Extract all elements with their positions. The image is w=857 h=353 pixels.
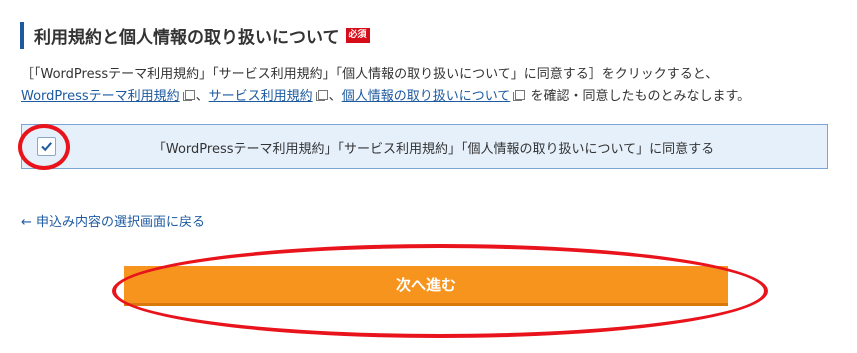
terms-description: ［「WordPressテーマ利用規約」「サービス利用規約」「個人情報の取り扱いに…: [21, 64, 750, 108]
agreement-box[interactable]: 「WordPressテーマ利用規約」「サービス利用規約」「個人情報の取り扱いにつ…: [21, 124, 828, 169]
required-badge: 必須: [345, 28, 370, 43]
agreement-label[interactable]: 「WordPressテーマ利用規約」「サービス利用規約」「個人情報の取り扱いにつ…: [22, 138, 827, 157]
privacy-policy-link[interactable]: 個人情報の取り扱いについて: [342, 89, 511, 104]
annotation-circle-checkbox: [18, 124, 70, 170]
annotation-circle-next-button: [112, 244, 768, 338]
description-suffix: を確認・同意したものとみなします。: [530, 89, 751, 104]
separator: 、: [195, 89, 209, 104]
external-window-icon: [182, 90, 195, 101]
external-window-icon: [315, 90, 328, 101]
terms-agreement-page: 利用規約と個人情報の取り扱いについて 必須 ［「WordPressテーマ利用規約…: [0, 0, 857, 353]
wp-theme-terms-link[interactable]: WordPressテーマ利用規約: [21, 89, 180, 104]
section-title: 利用規約と個人情報の取り扱いについて: [34, 28, 340, 48]
external-window-icon: [513, 90, 526, 101]
service-terms-link[interactable]: サービス利用規約: [209, 89, 313, 104]
description-line-2: WordPressテーマ利用規約 、サービス利用規約 、個人情報の取り扱いについて …: [21, 86, 750, 108]
description-line-1: ［「WordPressテーマ利用規約」「サービス利用規約」「個人情報の取り扱いに…: [21, 67, 719, 82]
separator: 、: [328, 89, 342, 104]
back-to-selection-link[interactable]: ← 申込み内容の選択画面に戻る: [21, 211, 205, 230]
section-heading: 利用規約と個人情報の取り扱いについて 必須: [20, 22, 370, 49]
